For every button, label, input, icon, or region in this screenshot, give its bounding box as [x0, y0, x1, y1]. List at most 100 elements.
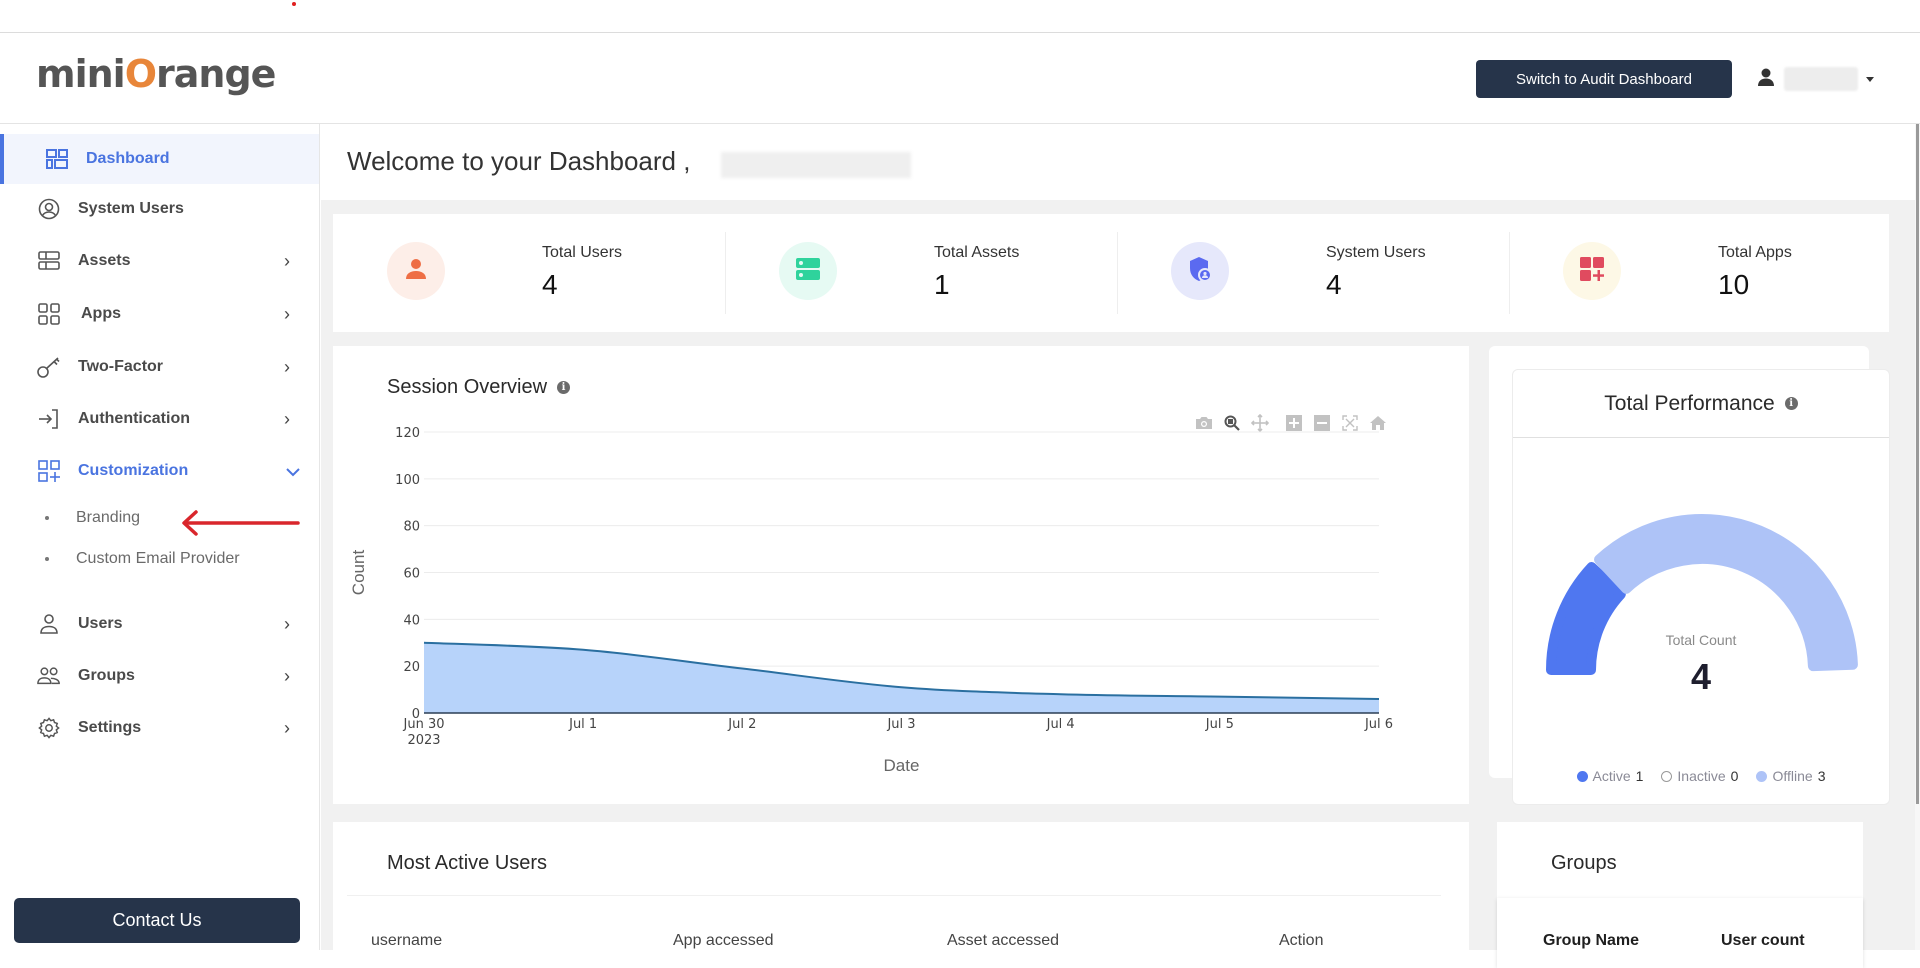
stat-value: 1	[934, 269, 950, 300]
y-tick-label: 120	[395, 426, 420, 441]
sidebar-item-customization[interactable]: Customization	[0, 446, 319, 496]
sidebar-subitem-label: Branding	[76, 509, 141, 526]
sidebar-item-assets[interactable]: Assets ›	[0, 236, 319, 286]
stat-label: System Users	[1326, 244, 1426, 261]
sidebar-subitem-custom-email-provider[interactable]: Custom Email Provider	[0, 541, 319, 577]
chevron-right-icon: ›	[284, 665, 290, 686]
x-tick-label: Jun 30	[403, 717, 445, 732]
y-tick-label: 100	[395, 473, 420, 488]
user-menu[interactable]	[1756, 62, 1874, 96]
user-icon	[37, 612, 61, 636]
most-active-users-title: Most Active Users	[387, 852, 548, 874]
info-icon[interactable]: i	[1784, 397, 1798, 410]
x-tick-label: Jul 2	[727, 717, 756, 732]
sidebar-item-label: Dashboard	[86, 150, 170, 167]
sidebar-item-settings[interactable]: Settings ›	[0, 703, 319, 753]
sidebar-item-label: Two-Factor	[78, 358, 164, 375]
y-tick-label: 20	[403, 660, 420, 675]
sidebar-item-label: Apps	[81, 305, 121, 322]
red-annotation-arrow	[182, 510, 300, 536]
switch-to-audit-dashboard-button[interactable]: Switch to Audit Dashboard	[1476, 60, 1732, 98]
sidebar-item-two-factor[interactable]: Two-Factor ›	[0, 342, 319, 392]
groups-title: Groups	[1551, 852, 1617, 874]
column-header-asset-accessed: Asset accessed	[947, 932, 1060, 949]
stat-label: Total Apps	[1718, 244, 1792, 261]
gauge-segment-active[interactable]	[1546, 562, 1626, 675]
app-header: miniOrange Switch to Audit Dashboard	[0, 34, 1920, 127]
x-tick-label: Jul 1	[568, 717, 597, 732]
x-tick-label: 2023	[407, 733, 440, 748]
total-performance-header: Total Performance i	[1513, 370, 1889, 438]
gauge-center-label: Total Count	[1665, 632, 1737, 648]
apps-plus-icon	[1579, 256, 1605, 287]
contact-us-button[interactable]: Contact Us	[14, 898, 300, 943]
dashboard-icon	[45, 147, 69, 171]
area-fill	[424, 642, 1379, 713]
key-icon	[37, 355, 61, 379]
logo-orange-o: O	[124, 52, 157, 96]
column-header-action: Action	[1279, 932, 1324, 949]
gauge-legend: Active 1 Inactive 0 Offline 3	[1513, 768, 1889, 784]
user-icon	[1756, 67, 1776, 92]
sidebar-item-system-users[interactable]: System Users	[0, 184, 319, 234]
welcome-bar: Welcome to your Dashboard ,	[321, 124, 1915, 200]
stat-label: Total Users	[542, 244, 623, 261]
sidebar-item-label: Groups	[78, 667, 135, 684]
logo-text-post: range	[156, 52, 276, 96]
stat-value: 4	[542, 269, 558, 300]
username-redacted	[721, 152, 911, 178]
sidebar-item-label: Authentication	[78, 410, 190, 427]
server-icon	[37, 249, 61, 273]
sidebar-item-dashboard[interactable]: Dashboard	[0, 134, 319, 184]
server-icon	[795, 256, 821, 287]
total-performance-card: Total Performance i Total Count 4 Active …	[1512, 369, 1890, 805]
y-tick-label: 60	[403, 567, 420, 582]
gauge-center-value: 4	[1690, 656, 1712, 697]
legend-item-active[interactable]: Active 1	[1576, 768, 1643, 784]
legend-dot	[1756, 770, 1768, 782]
sidebar-item-label: Settings	[78, 719, 142, 736]
groups-card: Groups Group Name User count	[1497, 822, 1863, 968]
user-icon	[405, 258, 427, 285]
sidebar-item-authentication[interactable]: Authentication ›	[0, 394, 319, 444]
red-dot	[292, 2, 296, 6]
chevron-down-icon	[286, 461, 300, 482]
stat-system-users: System Users 4	[1117, 214, 1507, 332]
chevron-right-icon: ›	[284, 250, 290, 271]
chevron-right-icon: ›	[284, 356, 290, 377]
column-header-username: username	[371, 932, 443, 949]
grid-plus-icon	[37, 459, 61, 483]
legend-dot	[1576, 770, 1588, 782]
sidebar-item-label: Assets	[78, 252, 131, 269]
column-header-group-name: Group Name	[1543, 932, 1640, 949]
total-performance-title: Total Performance	[1604, 391, 1775, 415]
legend-item-inactive[interactable]: Inactive 0	[1661, 768, 1738, 784]
main-content: Welcome to your Dashboard , Total Users …	[321, 124, 1915, 968]
x-tick-label: Jul 5	[1205, 717, 1234, 732]
sidebar-item-users[interactable]: Users ›	[0, 599, 319, 649]
sidebar-item-apps[interactable]: Apps ›	[0, 289, 319, 339]
y-tick-label: 80	[403, 520, 420, 535]
stat-label: Total Assets	[934, 244, 1020, 261]
session-overview-card: Session Overview i 0 20 40 60 80 100 120 Jun 30 2…	[333, 346, 1469, 804]
y-tick-label: 40	[403, 613, 420, 628]
x-axis-title: Date	[884, 756, 920, 775]
session-overview-chart: 020406080100120Jun 302023Jul 1 Jul 2 Jul 3…	[349, 426, 1393, 775]
miniorange-logo[interactable]: miniOrange	[36, 52, 276, 127]
apps-grid-icon	[37, 302, 61, 326]
scrollbar-thumb[interactable]	[1916, 124, 1919, 804]
sidebar-subitem-label: Custom Email Provider	[76, 550, 240, 567]
chevron-right-icon: ›	[284, 717, 290, 738]
sidebar-item-label: System Users	[78, 200, 184, 217]
column-header-user-count: User count	[1721, 932, 1805, 949]
legend-item-offline[interactable]: Offline 3	[1756, 768, 1825, 784]
user-circle-icon	[37, 197, 61, 221]
chevron-right-icon: ›	[284, 408, 290, 429]
sidebar-item-groups[interactable]: Groups ›	[0, 651, 319, 701]
column-header-app-accessed: App accessed	[673, 932, 774, 949]
chevron-right-icon: ›	[284, 613, 290, 634]
sidebar-item-label: Users	[78, 615, 123, 632]
chevron-right-icon: ›	[284, 303, 290, 324]
page-title: Welcome to your Dashboard ,	[347, 146, 691, 176]
browser-top-strip	[0, 0, 1920, 33]
